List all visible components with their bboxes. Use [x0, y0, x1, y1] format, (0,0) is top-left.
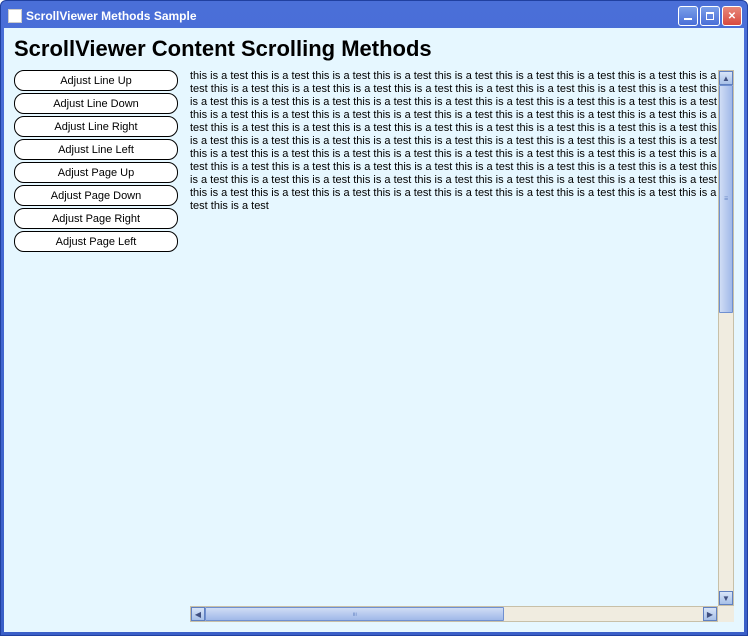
close-button[interactable] — [722, 6, 742, 26]
horizontal-scrollbar[interactable]: ◀ ▶ — [190, 606, 718, 622]
scroll-content: this is a test this is a test this is a … — [190, 70, 718, 606]
scroll-viewer: this is a test this is a test this is a … — [190, 70, 734, 622]
adjust-page-left-button[interactable]: Adjust Page Left — [14, 231, 178, 252]
adjust-line-up-button[interactable]: Adjust Line Up — [14, 70, 178, 91]
minimize-icon — [684, 18, 692, 20]
scroll-up-button[interactable]: ▲ — [719, 71, 733, 85]
horizontal-scroll-thumb[interactable] — [205, 607, 504, 621]
adjust-line-down-button[interactable]: Adjust Line Down — [14, 93, 178, 114]
content-row: Adjust Line Up Adjust Line Down Adjust L… — [14, 70, 734, 622]
scroll-left-button[interactable]: ◀ — [191, 607, 205, 621]
window: ScrollViewer Methods Sample ScrollViewer… — [0, 0, 748, 636]
maximize-button[interactable] — [700, 6, 720, 26]
scroll-down-button[interactable]: ▼ — [719, 591, 733, 605]
scroll-corner — [718, 606, 734, 622]
button-panel: Adjust Line Up Adjust Line Down Adjust L… — [14, 70, 178, 622]
app-icon — [8, 9, 22, 23]
page-title: ScrollViewer Content Scrolling Methods — [14, 36, 734, 62]
window-controls — [678, 6, 742, 26]
maximize-icon — [706, 12, 714, 20]
scroll-right-button[interactable]: ▶ — [703, 607, 717, 621]
adjust-page-down-button[interactable]: Adjust Page Down — [14, 185, 178, 206]
adjust-page-right-button[interactable]: Adjust Page Right — [14, 208, 178, 229]
window-title: ScrollViewer Methods Sample — [26, 9, 678, 23]
adjust-line-left-button[interactable]: Adjust Line Left — [14, 139, 178, 160]
vertical-scrollbar[interactable]: ▲ ▼ — [718, 70, 734, 606]
minimize-button[interactable] — [678, 6, 698, 26]
vertical-scroll-track[interactable] — [719, 85, 733, 591]
vertical-scroll-thumb[interactable] — [719, 85, 733, 313]
client-area: ScrollViewer Content Scrolling Methods A… — [4, 28, 744, 632]
adjust-page-up-button[interactable]: Adjust Page Up — [14, 162, 178, 183]
horizontal-scroll-track[interactable] — [205, 607, 703, 621]
titlebar[interactable]: ScrollViewer Methods Sample — [4, 4, 744, 28]
adjust-line-right-button[interactable]: Adjust Line Right — [14, 116, 178, 137]
close-icon — [728, 11, 736, 22]
